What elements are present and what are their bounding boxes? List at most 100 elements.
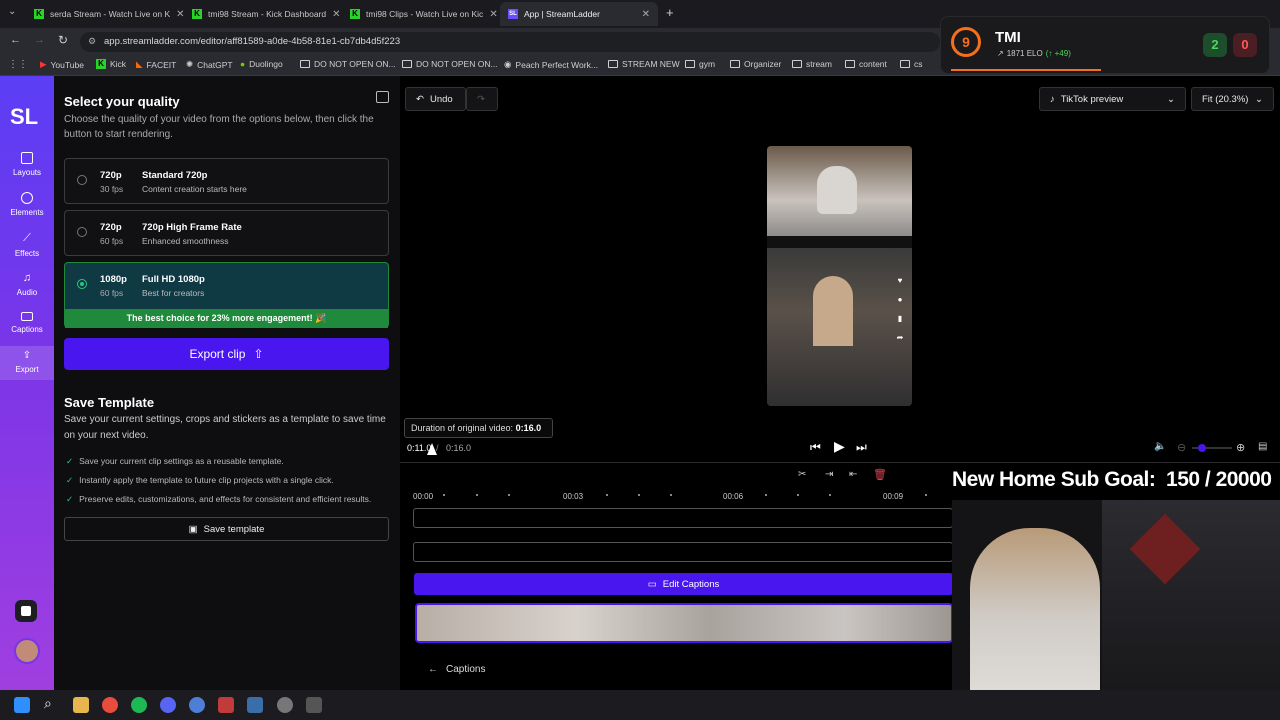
apps-icon[interactable]: ⋮⋮ (8, 59, 28, 70)
export-clip-button[interactable]: Export clip ⇧ (64, 338, 389, 370)
bookmark-folder[interactable]: STREAM NEW (608, 59, 680, 69)
zoom-in-icon[interactable]: ⊕ (1236, 441, 1245, 454)
zoom-out-icon[interactable]: ⊖ (1177, 441, 1186, 454)
close-icon[interactable]: ✕ (332, 9, 340, 20)
reload-icon[interactable]: ↻ (58, 33, 68, 47)
forward-icon[interactable]: → (34, 34, 45, 46)
slider-thumb[interactable] (1198, 444, 1206, 452)
trim-end-icon[interactable]: ⇤ (849, 469, 857, 480)
redo-button[interactable]: ↷ (466, 87, 498, 111)
discord-icon[interactable] (160, 697, 176, 713)
timeline-track[interactable] (413, 508, 953, 528)
windows-start-icon[interactable] (14, 697, 30, 713)
webcam-overlay (952, 500, 1280, 720)
radio-button-selected[interactable] (77, 279, 87, 289)
bookmark-folder[interactable]: Organizer (730, 59, 781, 69)
rail-item-effects[interactable]: ⟋ Effects (0, 232, 54, 258)
play-icon[interactable]: ▶ (834, 438, 845, 455)
rail-item-layouts[interactable]: Layouts (0, 152, 54, 177)
bookmark-folder[interactable]: DO NOT OPEN ON... (402, 59, 498, 69)
split-icon[interactable]: ✂ (798, 469, 806, 480)
bookmark-chatgpt[interactable]: ✺ ChatGPT (186, 59, 233, 70)
bookmark-youtube[interactable]: ▶ YouTube (40, 59, 84, 70)
quality-option-720p[interactable]: 720p 30 fps Standard 720p Content creati… (64, 158, 389, 204)
new-tab-icon[interactable]: + (666, 5, 674, 20)
avatar[interactable] (14, 638, 40, 664)
collapse-panel-icon[interactable] (376, 91, 389, 103)
rail-item-audio[interactable]: ♫ Audio (0, 272, 54, 297)
folder-icon (730, 60, 740, 68)
fast-forward-icon[interactable]: ⏭ (856, 440, 867, 455)
help-chat-button[interactable] (15, 600, 37, 622)
app-icon[interactable] (189, 697, 205, 713)
bookmark-folder[interactable]: cs (900, 59, 923, 69)
rail-item-elements[interactable]: Elements (0, 192, 54, 217)
ruler-tick (606, 494, 608, 496)
undo-button[interactable]: ↶ Undo (405, 87, 466, 111)
timeline-ruler: 00:00 00:03 00:06 00:09 (413, 488, 953, 506)
bookmark-folder[interactable]: gym (685, 59, 715, 69)
spotify-icon[interactable] (131, 697, 147, 713)
folder-icon (845, 60, 855, 68)
check-icon: ✓ (66, 475, 74, 485)
fullscreen-icon[interactable]: ▤ (1258, 441, 1267, 452)
file-explorer-icon[interactable] (73, 697, 89, 713)
back-to-captions-link[interactable]: ← Captions (428, 664, 485, 675)
bookmark-duolingo[interactable]: ● Duolingo (240, 59, 283, 69)
timeline-zoom-slider[interactable] (1192, 444, 1232, 452)
close-icon[interactable]: ✕ (642, 9, 650, 20)
bookmark-folder[interactable]: DO NOT OPEN ON... (300, 59, 396, 69)
bookmark-folder[interactable]: stream (792, 59, 832, 69)
timeline-track[interactable] (413, 542, 953, 562)
delete-icon[interactable]: 🗑 (873, 468, 887, 481)
level-badge: 9 (951, 27, 981, 57)
bookmark-folder[interactable]: content (845, 59, 887, 69)
bookmark-kick[interactable]: K Kick (96, 59, 126, 69)
site-info-icon[interactable]: ⚙ (88, 36, 96, 47)
quality-option-720p-hfr[interactable]: 720p 60 fps 720p High Frame Rate Enhance… (64, 210, 389, 256)
streamladder-icon: SL (508, 9, 518, 19)
tab-3[interactable]: K tmi98 Clips - Watch Live on Kic ✕ (342, 2, 500, 26)
bookmark-peach[interactable]: ◉ Peach Perfect Work... (504, 59, 598, 70)
folder-icon (792, 60, 802, 68)
url-field[interactable]: ⚙ app.streamladder.com/editor/aff81589-a… (80, 32, 940, 52)
captions-track[interactable]: ▭ Edit Captions (414, 573, 953, 595)
layouts-icon (21, 152, 33, 164)
comment-icon: ● (897, 295, 903, 304)
steam-icon[interactable] (247, 697, 263, 713)
save-template-button[interactable]: ▣ Save template (64, 517, 389, 541)
heart-icon: ♥ (897, 276, 903, 285)
kick-app-icon[interactable] (306, 697, 322, 713)
video-preview[interactable]: ♥ ● ▮ ➦ (767, 146, 912, 406)
rail-item-export[interactable]: ⇪ Export (0, 346, 54, 380)
video-clip-track[interactable] (415, 603, 953, 643)
trim-start-icon[interactable]: ⇥ (825, 469, 833, 480)
close-icon[interactable]: ✕ (176, 9, 184, 20)
settings-icon[interactable] (277, 697, 293, 713)
close-icon[interactable]: ✕ (489, 9, 497, 20)
radio-button[interactable] (77, 175, 87, 185)
kick-icon: K (96, 59, 106, 69)
chrome-icon[interactable] (102, 697, 118, 713)
rail-item-captions[interactable]: Captions (0, 312, 54, 334)
url-text: app.streamladder.com/editor/aff81589-a0d… (104, 36, 401, 47)
volume-icon[interactable]: 🔈 (1154, 441, 1166, 452)
tab-2[interactable]: K tmi98 Stream - Kick Dashboard ✕ (184, 2, 342, 26)
tab-4[interactable]: SL App | StreamLadder ✕ (500, 2, 658, 26)
back-icon[interactable]: ← (10, 34, 21, 46)
search-icon[interactable]: ⌕ (44, 695, 52, 712)
quality-option-1080p[interactable]: 1080p 60 fps Full HD 1080p Best for crea… (64, 262, 389, 328)
zoom-select[interactable]: Fit (20.3%) ⌄ (1191, 87, 1274, 111)
tab-search-icon[interactable]: ⌄ (8, 6, 16, 17)
rewind-icon[interactable]: ⏮ (810, 440, 821, 455)
wins-badge: 2 (1203, 33, 1227, 57)
radio-button[interactable] (77, 227, 87, 237)
shield-icon[interactable] (218, 697, 234, 713)
preview-select[interactable]: ♪ TikTok preview ⌄ (1039, 87, 1186, 111)
chevron-down-icon: ⌄ (1167, 93, 1175, 105)
ruler-tick (925, 494, 927, 496)
ruler-label: 00:09 (883, 492, 904, 501)
export-icon: ⇪ (22, 350, 32, 361)
bookmark-faceit[interactable]: ◣ FACEIT (136, 59, 176, 70)
tab-1[interactable]: K serda Stream - Watch Live on K ✕ (26, 2, 184, 26)
